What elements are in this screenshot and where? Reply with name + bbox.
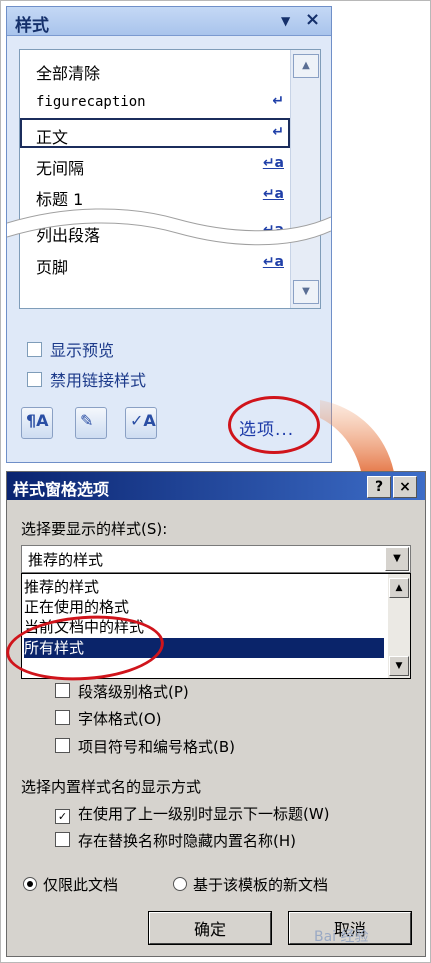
style-item-label: 页脚 xyxy=(36,258,69,277)
style-item-label: figurecaption xyxy=(36,94,146,110)
checkbox-icon xyxy=(27,342,42,357)
dropdown-option[interactable]: 推荐的样式 xyxy=(24,577,384,597)
bullet-format-checkbox[interactable]: 项目符号和编号格式(B) xyxy=(55,736,235,757)
combo-value: 推荐的样式 xyxy=(28,551,104,569)
styles-to-show-select[interactable]: 推荐的样式 ▼ xyxy=(21,545,411,573)
style-item-body-text[interactable]: 正文 ↵ xyxy=(20,118,290,148)
paragraph-mark-icon: ↵ xyxy=(272,124,284,140)
disable-linked-styles-checkbox[interactable]: 禁用链接样式 xyxy=(27,367,146,391)
linked-style-icon: ↵a xyxy=(262,155,284,171)
style-item-no-spacing[interactable]: 无间隔 ↵a xyxy=(20,149,290,179)
dialog-titlebar: 样式窗格选项 ? × xyxy=(7,472,425,500)
style-item-label: 正文 xyxy=(36,128,69,147)
checkbox-icon xyxy=(27,372,42,387)
font-format-checkbox[interactable]: 字体格式(O) xyxy=(55,708,162,729)
scroll-up-icon[interactable]: ▲ xyxy=(293,54,319,78)
scroll-down-icon[interactable]: ▼ xyxy=(389,656,409,676)
radio-label: 仅限此文档 xyxy=(43,876,119,894)
styles-pane-titlebar: 样式 ▼ × xyxy=(7,7,331,36)
show-preview-label: 显示预览 xyxy=(50,341,115,360)
radio-selected-icon xyxy=(23,877,37,891)
dropdown-option[interactable]: 正在使用的格式 xyxy=(24,597,384,617)
linked-style-icon: ↵a xyxy=(262,254,284,270)
checkbox-icon xyxy=(55,738,70,753)
select-styles-label: 选择要显示的样式(S): xyxy=(21,520,168,538)
ok-button[interactable]: 确定 xyxy=(148,911,272,945)
style-item-label: 无间隔 xyxy=(36,159,85,178)
checkbox-icon xyxy=(55,710,70,725)
checkbox-icon xyxy=(55,683,70,698)
scroll-up-icon[interactable]: ▲ xyxy=(389,578,409,598)
checkbox-icon xyxy=(55,832,70,847)
pane-dropdown-icon[interactable]: ▼ xyxy=(281,14,290,28)
manage-styles-icon: ✓A xyxy=(130,411,156,430)
checkbox-label: 字体格式(O) xyxy=(78,710,162,728)
new-style-button[interactable]: ¶A xyxy=(21,407,53,439)
manage-styles-button[interactable]: ✓A xyxy=(125,407,157,439)
style-item-clear-all[interactable]: 全部清除 xyxy=(20,54,290,84)
paragraph-mark-icon: ↵ xyxy=(272,93,284,109)
this-document-radio[interactable]: 仅限此文档 xyxy=(23,874,118,895)
pane-close-icon[interactable]: × xyxy=(305,9,320,30)
style-item-figurecaption[interactable]: figurecaption ↵ xyxy=(20,87,290,117)
styles-pane-title: 样式 xyxy=(15,16,49,36)
styles-list[interactable]: 全部清除 figurecaption ↵ 正文 ↵ 无间隔 ↵a 标题 1 ↵a… xyxy=(19,49,321,309)
help-icon[interactable]: ? xyxy=(367,476,391,498)
styles-list-scrollbar[interactable]: ▲ ▼ xyxy=(290,50,320,308)
show-next-heading-checkbox[interactable]: ✓ 在使用了上一级别时显示下一标题(W) xyxy=(55,803,330,824)
checkbox-label: 段落级别格式(P) xyxy=(78,683,189,701)
style-inspector-icon: ✎ xyxy=(80,411,94,430)
style-pane-options-dialog: 样式窗格选项 ? × 选择要显示的样式(S): 推荐的样式 ▼ 推荐的样式 正在… xyxy=(6,471,426,957)
radio-icon xyxy=(173,877,187,891)
torn-edge-decoration xyxy=(7,208,331,246)
checkbox-label: 在使用了上一级别时显示下一标题(W) xyxy=(78,805,330,823)
style-inspector-button[interactable]: ✎ xyxy=(75,407,107,439)
paragraph-format-checkbox[interactable]: 段落级别格式(P) xyxy=(55,681,189,702)
new-style-icon: ¶A xyxy=(26,411,49,430)
hide-builtin-name-checkbox[interactable]: 存在替换名称时隐藏内置名称(H) xyxy=(55,830,296,851)
template-documents-radio[interactable]: 基于该模板的新文档 xyxy=(173,874,328,895)
checkbox-checked-icon: ✓ xyxy=(55,809,70,824)
dialog-title: 样式窗格选项 xyxy=(13,480,110,499)
disable-linked-label: 禁用链接样式 xyxy=(50,371,147,390)
dropdown-scrollbar[interactable]: ▲ ▼ xyxy=(388,574,410,678)
checkbox-label: 存在替换名称时隐藏内置名称(H) xyxy=(78,832,296,850)
builtin-names-label: 选择内置样式名的显示方式 xyxy=(21,778,202,796)
dialog-close-icon[interactable]: × xyxy=(393,476,417,498)
style-item-label: 全部清除 xyxy=(36,64,101,83)
radio-label: 基于该模板的新文档 xyxy=(193,876,329,894)
watermark: Bai 经验 xyxy=(314,929,369,945)
checkbox-label: 项目符号和编号格式(B) xyxy=(78,738,235,756)
chevron-down-icon[interactable]: ▼ xyxy=(385,547,409,571)
styles-pane: 样式 ▼ × 全部清除 figurecaption ↵ 正文 ↵ 无间隔 ↵a … xyxy=(6,6,332,463)
scroll-down-icon[interactable]: ▼ xyxy=(293,280,319,304)
show-preview-checkbox[interactable]: 显示预览 xyxy=(27,337,114,361)
